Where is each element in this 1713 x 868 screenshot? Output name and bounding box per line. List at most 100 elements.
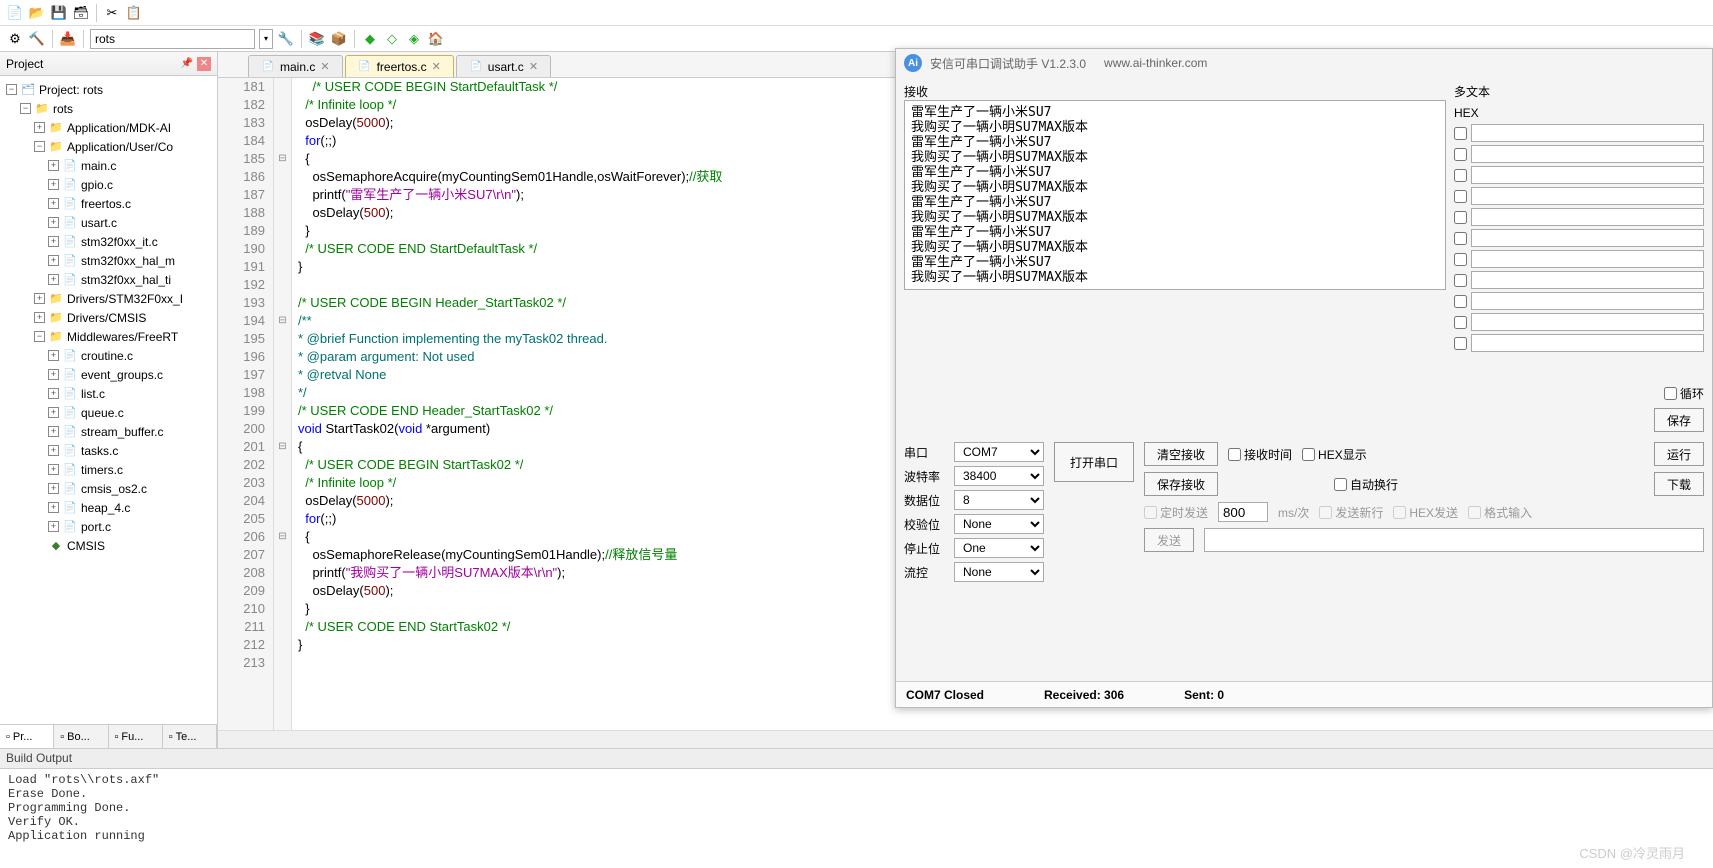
tree-node[interactable]: +📄heap_4.c <box>0 498 217 517</box>
save-icon[interactable]: 💾 <box>50 4 68 22</box>
fold-column[interactable]: ⊟ ⊟ ⊟ ⊟ <box>274 78 292 730</box>
multi-hex-checkbox[interactable] <box>1454 232 1467 245</box>
build-output-text[interactable]: Load "rots\\rots.axf" Erase Done. Progra… <box>0 769 1713 868</box>
tree-toggle-icon[interactable]: + <box>48 483 59 494</box>
tree-node[interactable]: +📄stream_buffer.c <box>0 422 217 441</box>
tree-node[interactable]: +📄port.c <box>0 517 217 536</box>
serial-tool-window[interactable]: Ai 安信可串口调试助手 V1.2.3.0 www.ai-thinker.com… <box>895 48 1713 708</box>
stop-icon[interactable]: ◈ <box>405 30 423 48</box>
multi-text-input[interactable] <box>1471 313 1704 331</box>
newline-checkbox[interactable]: 发送新行 <box>1319 504 1383 521</box>
multi-hex-checkbox[interactable] <box>1454 211 1467 224</box>
tree-toggle-icon[interactable]: + <box>48 274 59 285</box>
tree-node[interactable]: +📄stm32f0xx_hal_ti <box>0 270 217 289</box>
run-button[interactable]: 运行 <box>1654 442 1704 466</box>
tree-node[interactable]: +📁Drivers/CMSIS <box>0 308 217 327</box>
copy-icon[interactable]: 📋 <box>125 4 143 22</box>
stopbits-select[interactable]: One <box>954 538 1044 558</box>
multi-hex-checkbox[interactable] <box>1454 274 1467 287</box>
tree-node[interactable]: +📁Application/MDK-AI <box>0 118 217 137</box>
tree-toggle-icon[interactable]: + <box>48 350 59 361</box>
multi-text-input[interactable] <box>1471 292 1704 310</box>
flow-select[interactable]: None <box>954 562 1044 582</box>
editor-tab[interactable]: 📄main.c✕ <box>248 55 343 77</box>
tree-node[interactable]: −📁Application/User/Co <box>0 137 217 156</box>
tree-toggle-icon[interactable]: + <box>48 236 59 247</box>
multi-text-input[interactable] <box>1471 187 1704 205</box>
auto-wrap-checkbox[interactable]: 自动换行 <box>1334 476 1398 493</box>
tree-toggle-icon[interactable]: − <box>34 331 45 342</box>
close-icon[interactable]: ✕ <box>197 57 211 71</box>
step-icon[interactable]: ◇ <box>383 30 401 48</box>
multi-hex-checkbox[interactable] <box>1454 316 1467 329</box>
multi-hex-checkbox[interactable] <box>1454 295 1467 308</box>
hex-show-checkbox[interactable]: HEX显示 <box>1302 446 1367 463</box>
clear-rx-button[interactable]: 清空接收 <box>1144 442 1218 466</box>
tree-toggle-icon[interactable]: + <box>48 369 59 380</box>
multi-hex-checkbox[interactable] <box>1454 169 1467 182</box>
tree-toggle-icon[interactable]: + <box>48 255 59 266</box>
tree-node[interactable]: −📁rots <box>0 99 217 118</box>
tree-toggle-icon[interactable]: − <box>6 84 17 95</box>
download-flash-icon[interactable]: 📥 <box>59 30 77 48</box>
manage-icon[interactable]: 📦 <box>330 30 348 48</box>
tree-toggle-icon[interactable]: + <box>48 464 59 475</box>
tree-toggle-icon[interactable]: + <box>34 122 45 133</box>
project-tree[interactable]: −🗂Project: rots−📁rots+📁Application/MDK-A… <box>0 76 217 724</box>
open-icon[interactable]: 📂 <box>28 4 46 22</box>
multi-hex-checkbox[interactable] <box>1454 253 1467 266</box>
multi-text-input[interactable] <box>1471 334 1704 352</box>
multi-hex-checkbox[interactable] <box>1454 337 1467 350</box>
multi-text-input[interactable] <box>1471 229 1704 247</box>
databits-select[interactable]: 8 <box>954 490 1044 510</box>
tree-node[interactable]: +📄timers.c <box>0 460 217 479</box>
baud-select[interactable]: 38400 <box>954 466 1044 486</box>
saveall-icon[interactable]: 🗃 <box>72 4 90 22</box>
hex-send-checkbox[interactable]: HEX发送 <box>1393 504 1458 521</box>
target-select[interactable] <box>90 29 255 49</box>
run-icon[interactable]: ◆ <box>361 30 379 48</box>
options-icon[interactable]: 🔧 <box>277 30 295 48</box>
tree-node[interactable]: +📄main.c <box>0 156 217 175</box>
format-input-checkbox[interactable]: 格式输入 <box>1468 504 1532 521</box>
tree-toggle-icon[interactable]: + <box>34 293 45 304</box>
multi-hex-checkbox[interactable] <box>1454 127 1467 140</box>
project-tab[interactable]: ▫Te... <box>163 725 217 748</box>
tree-toggle-icon[interactable]: − <box>34 141 45 152</box>
pin-icon[interactable]: 📌 <box>180 57 194 71</box>
tree-node[interactable]: +📁Drivers/STM32F0xx_I <box>0 289 217 308</box>
send-button[interactable]: 发送 <box>1144 528 1194 552</box>
multi-text-input[interactable] <box>1471 166 1704 184</box>
multi-text-input[interactable] <box>1471 271 1704 289</box>
tree-node[interactable]: +📄queue.c <box>0 403 217 422</box>
port-select[interactable]: COM7 <box>954 442 1044 462</box>
multi-text-input[interactable] <box>1471 250 1704 268</box>
new-icon[interactable]: 📄 <box>6 4 24 22</box>
tree-node[interactable]: −📁Middlewares/FreeRT <box>0 327 217 346</box>
tree-node[interactable]: +📄event_groups.c <box>0 365 217 384</box>
editor-tab[interactable]: 📄usart.c✕ <box>456 55 551 77</box>
timed-send-checkbox[interactable]: 定时发送 <box>1144 504 1208 521</box>
tree-node[interactable]: +📄stm32f0xx_it.c <box>0 232 217 251</box>
tree-node[interactable]: +📄croutine.c <box>0 346 217 365</box>
tree-node[interactable]: +📄tasks.c <box>0 441 217 460</box>
tree-node[interactable]: +📄cmsis_os2.c <box>0 479 217 498</box>
multi-text-input[interactable] <box>1471 208 1704 226</box>
multi-text-input[interactable] <box>1471 145 1704 163</box>
serial-titlebar[interactable]: Ai 安信可串口调试助手 V1.2.3.0 www.ai-thinker.com <box>896 49 1712 77</box>
books-icon[interactable]: 📚 <box>308 30 326 48</box>
open-port-button[interactable]: 打开串口 <box>1054 442 1134 482</box>
tree-toggle-icon[interactable]: + <box>48 198 59 209</box>
tree-toggle-icon[interactable]: − <box>20 103 31 114</box>
tree-toggle-icon[interactable]: + <box>48 160 59 171</box>
project-tab[interactable]: ▫Bo... <box>54 725 108 748</box>
tree-toggle-icon[interactable]: + <box>48 388 59 399</box>
multi-text-input[interactable] <box>1471 124 1704 142</box>
rx-textarea[interactable]: 雷军生产了一辆小米SU7 我购买了一辆小明SU7MAX版本 雷军生产了一辆小米S… <box>904 100 1446 290</box>
save-rx-button[interactable]: 保存接收 <box>1144 472 1218 496</box>
target-dropdown-icon[interactable]: ▾ <box>259 29 273 49</box>
close-icon[interactable]: ✕ <box>320 60 329 73</box>
tree-toggle-icon[interactable]: + <box>48 179 59 190</box>
send-input[interactable] <box>1204 528 1704 552</box>
build-icon[interactable]: ⚙ <box>6 30 24 48</box>
